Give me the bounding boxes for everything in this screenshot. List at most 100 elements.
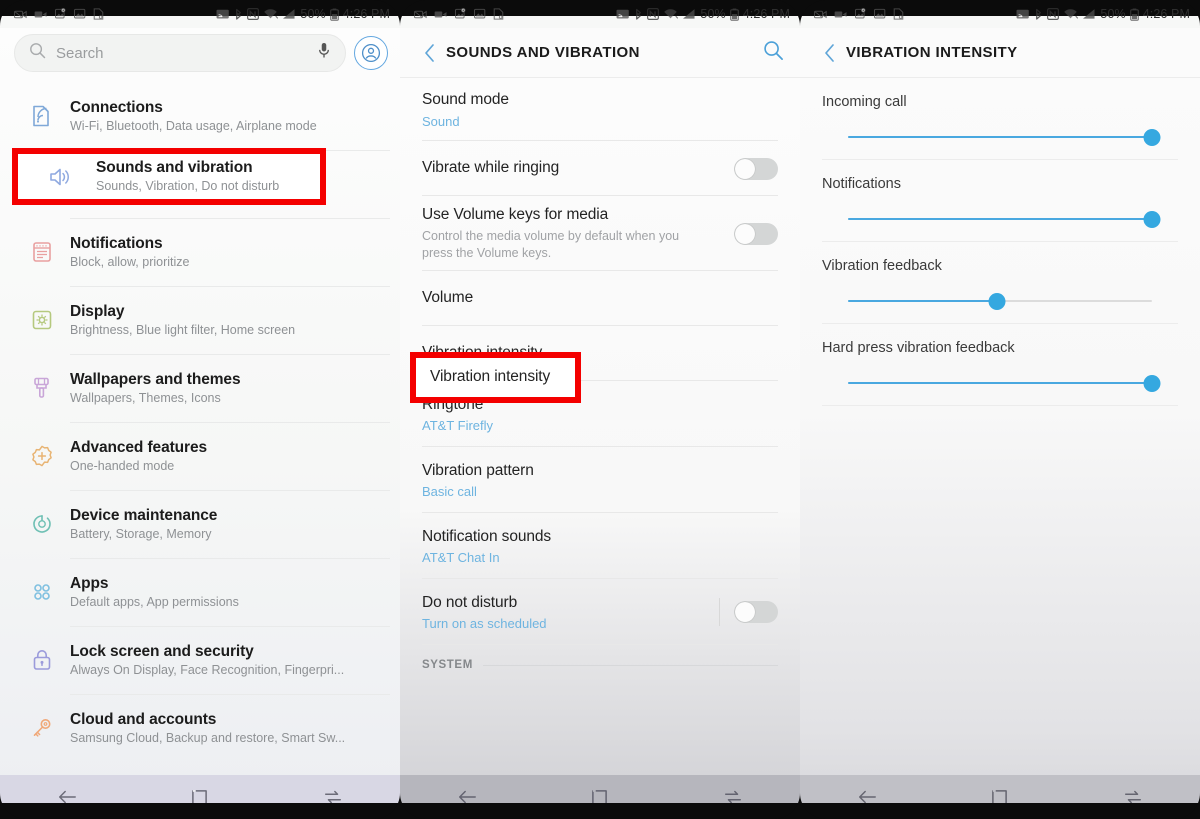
image-broken-icon [55,8,67,20]
wifi-icon [663,8,679,20]
bluetooth-icon [1034,8,1043,21]
navigation-bar-panel1 [0,775,400,819]
list-item-notification-sounds[interactable]: Notification sounds AT&T Chat In [400,513,800,579]
back-chevron-icon[interactable] [812,43,846,63]
recents-icon[interactable] [305,775,361,819]
battery-icon [729,8,739,21]
home-square-icon[interactable] [572,775,628,819]
settings-row-subtitle: Battery, Storage, Memory [70,526,212,541]
recents-icon[interactable] [1105,775,1161,819]
settings-row-subtitle: Brightness, Blue light filter, Home scre… [70,322,296,337]
status-time: 4:26 PM [742,7,790,21]
slider-row-vibration-feedback: Vibration feedback [800,242,1200,324]
speaker-icon [40,164,80,190]
settings-row-title: Connections [70,98,163,116]
list-item-do-not-disturb[interactable]: Do not disturb Turn on as scheduled [400,579,800,645]
highlight-content-vibration-intensity[interactable]: Vibration intensity [416,358,575,397]
settings-row-display[interactable]: Display Brightness, Blue light filter, H… [0,286,400,354]
gallery-icon [474,8,486,20]
list-item-vibration-pattern[interactable]: Vibration pattern Basic call [400,447,800,513]
search-input[interactable]: Search [14,34,346,72]
settings-row-title: Lock screen and security [70,642,254,660]
list-item-value: Basic call [422,484,477,500]
battery-icon [1129,8,1139,21]
vibration-intensity-list: Incoming call Notifications Vibration fe… [800,78,1200,819]
slider-row-hard-press-vibration-feedback: Hard press vibration feedback [800,324,1200,406]
file-icon [93,8,104,20]
recents-icon[interactable] [705,775,761,819]
gallery-icon [74,8,86,20]
search-icon[interactable] [763,40,784,66]
settings-row-advanced-features[interactable]: Advanced features One-handed mode [0,422,400,490]
list-item-value: Turn on as scheduled [422,616,547,632]
settings-row-title: Sounds and vibration [96,159,253,176]
maintenance-icon [14,511,70,537]
panel-settings-home: 50% 4:26 PM Search Connections Wi-Fi, Bl… [0,0,400,819]
paintbrush-icon [14,375,70,401]
status-time: 4:26 PM [1142,7,1190,21]
back-chevron-icon[interactable] [412,43,446,63]
settings-row-title: Cloud and accounts [70,710,217,728]
settings-row-apps[interactable]: Apps Default apps, App permissions [0,558,400,626]
incoming-call-slider[interactable] [848,128,1161,146]
home-square-icon[interactable] [972,775,1028,819]
use-volume-keys-toggle[interactable] [734,222,778,245]
settings-row-lock-screen-and-security[interactable]: Lock screen and security Always On Displ… [0,626,400,694]
settings-row-subtitle: Wi-Fi, Bluetooth, Data usage, Airplane m… [70,118,317,133]
vibration-feedback-slider[interactable] [848,292,1152,310]
slider-label: Incoming call [822,94,907,110]
advanced-gear-icon [14,443,70,469]
list-item-vibrate-while-ringing[interactable]: Vibrate while ringing [400,141,800,196]
slider-thumb[interactable] [988,293,1006,310]
list-item-sound-mode[interactable]: Sound mode Sound [400,78,800,141]
settings-row-title: Device maintenance [70,506,218,524]
nfc-icon [647,8,660,20]
settings-row-notifications[interactable]: Notifications Block, allow, prioritize [0,218,400,286]
hard-press-vibration-feedback-slider[interactable] [848,374,1161,392]
status-bar-panel2: 50% 4:26 PM [400,0,800,28]
settings-row-title: Apps [70,574,109,592]
home-square-icon[interactable] [172,775,228,819]
list-item-volume[interactable]: Volume [400,271,800,326]
settings-row-subtitle: One-handed mode [70,458,175,473]
slider-thumb[interactable] [1143,211,1161,228]
do-not-disturb-toggle[interactable] [734,601,778,623]
slider-thumb[interactable] [1143,375,1161,392]
page-title: SOUNDS AND VIBRATION [446,44,640,61]
screen-cast-icon [616,8,630,20]
back-arrow-icon[interactable] [439,775,495,819]
slider-fill [848,218,1152,220]
nfc-icon [247,8,260,20]
battery-icon [329,8,339,21]
slider-thumb[interactable] [1143,129,1161,146]
vibrate-while-ringing-toggle[interactable] [734,157,778,180]
divider [482,664,778,666]
header-vibration-intensity: VIBRATION INTENSITY [800,28,1200,78]
settings-row-cloud-and-accounts[interactable]: Cloud and accounts Samsung Cloud, Backup… [0,694,400,762]
file-icon [893,8,904,20]
navigation-bar-panel2 [400,775,800,819]
back-arrow-icon[interactable] [39,775,95,819]
list-item-use-volume-keys-for-media[interactable]: Use Volume keys for media Control the me… [400,196,800,271]
signal-icon [282,8,296,20]
settings-row-wallpapers-and-themes[interactable]: Wallpapers and themes Wallpapers, Themes… [0,354,400,422]
panel-sounds-and-vibration: 50% 4:26 PM SOUNDS AND VIBRATION Sound m… [400,0,800,819]
settings-row-device-maintenance[interactable]: Device maintenance Battery, Storage, Mem… [0,490,400,558]
header-sounds-and-vibration: SOUNDS AND VIBRATION [400,28,800,78]
status-bar-panel1: 50% 4:26 PM [0,0,400,28]
list-item-title: Volume [422,289,474,307]
highlight-content-sounds-and-vibration[interactable]: Sounds and vibration Sounds, Vibration, … [18,154,320,199]
screen-cast-icon [216,8,230,20]
account-avatar-icon[interactable] [354,36,388,70]
nfc-icon [1047,8,1060,20]
back-arrow-icon[interactable] [839,775,895,819]
slider-label: Hard press vibration feedback [822,340,1015,356]
notifications-slider[interactable] [848,210,1161,228]
image-broken-icon [455,8,467,20]
settings-row-connections[interactable]: Connections Wi-Fi, Bluetooth, Data usage… [0,82,400,150]
microphone-icon[interactable] [317,42,331,64]
slider-row-notifications: Notifications [800,160,1200,242]
slider-row-incoming-call: Incoming call [800,78,1200,160]
settings-row-subtitle: Block, allow, prioritize [70,254,190,269]
gallery-icon [874,8,886,20]
